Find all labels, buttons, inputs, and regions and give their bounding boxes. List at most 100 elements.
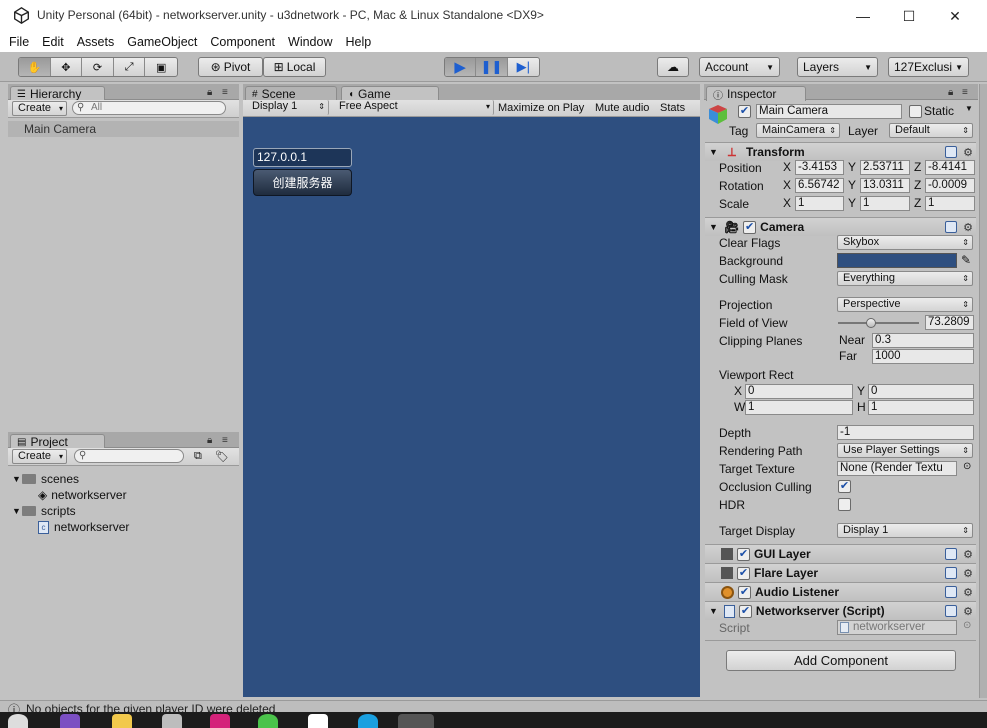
hierarchy-search-input[interactable]: ⚲ All — [72, 101, 226, 115]
rotation-y-input[interactable]: 13.0311 — [860, 178, 910, 193]
project-search-input[interactable]: ⚲ — [74, 449, 184, 463]
hierarchy-create-dropdown[interactable]: Create ▾ — [12, 101, 67, 116]
create-server-button[interactable]: 创建服务器 — [253, 169, 352, 196]
chat-taskbar-icon[interactable] — [258, 714, 278, 728]
static-checkbox[interactable] — [909, 105, 922, 118]
unity-taskbar-icon[interactable] — [162, 714, 182, 728]
mute-audio-toggle[interactable]: Mute audio — [595, 102, 649, 114]
menu-gameobject[interactable]: GameObject — [127, 35, 197, 49]
help-book-icon[interactable] — [945, 586, 958, 598]
tab-hierarchy[interactable]: ☰ Hierarchy — [10, 86, 105, 101]
audio-listener-enabled-checkbox[interactable]: ✔ — [738, 585, 751, 599]
lock-icon[interactable]: 🔒︎ — [948, 87, 953, 98]
gear-icon[interactable]: ⚙ — [963, 146, 973, 159]
rotation-x-input[interactable]: 6.56742 — [795, 178, 844, 193]
background-color-swatch[interactable] — [837, 253, 957, 268]
far-input[interactable]: 1000 — [872, 349, 974, 364]
camera-enabled-checkbox[interactable]: ✔ — [743, 220, 757, 234]
layer-dropdown[interactable]: Default ⇕ — [889, 123, 973, 138]
browser-taskbar-icon[interactable] — [358, 714, 378, 728]
rect-tool-button[interactable]: ▣ — [145, 58, 177, 76]
pause-button[interactable]: ❚❚ — [476, 58, 508, 76]
near-input[interactable]: 0.3 — [872, 333, 974, 348]
scale-y-input[interactable]: 1 — [860, 196, 910, 211]
tag-dropdown[interactable]: MainCamera ⇕ — [756, 123, 840, 138]
move-tool-button[interactable]: ✥ — [51, 58, 83, 76]
project-create-dropdown[interactable]: Create ▾ — [12, 449, 67, 464]
local-toggle[interactable]: ⊞ Local — [263, 57, 326, 77]
gear-icon[interactable]: ⚙ — [963, 605, 973, 618]
project-folder-scripts[interactable]: ▼ scripts — [8, 503, 239, 519]
menu-help[interactable]: Help — [345, 35, 371, 49]
aspect-dropdown[interactable]: Free Aspect ▾ — [334, 100, 494, 115]
hand-tool-button[interactable]: ✋ — [19, 58, 51, 76]
fov-input[interactable]: 73.2809 — [925, 315, 974, 330]
rotate-tool-button[interactable]: ⟳ — [82, 58, 114, 76]
tab-project[interactable]: ▤ Project — [10, 434, 105, 449]
scale-tool-button[interactable]: ⤢ — [114, 58, 146, 76]
menu-component[interactable]: Component — [210, 35, 275, 49]
clear-flags-dropdown[interactable]: Skybox ⇕ — [837, 235, 973, 250]
help-book-icon[interactable] — [945, 146, 958, 158]
lock-icon[interactable]: 🔒︎ — [207, 435, 212, 446]
panel-menu-icon[interactable]: ≡ — [222, 87, 228, 98]
cat-taskbar-icon[interactable] — [308, 714, 328, 728]
fov-slider-track[interactable] — [838, 322, 919, 324]
play-button[interactable]: ▶ — [445, 58, 477, 76]
target-texture-field[interactable]: None (Render Textu — [837, 461, 957, 476]
display-dropdown[interactable]: Display 1 ⇕ — [247, 100, 329, 115]
viewport-x-input[interactable]: 0 — [745, 384, 853, 399]
audio-listener-component-header[interactable]: ✔ Audio Listener ⚙ — [705, 582, 976, 601]
depth-input[interactable]: -1 — [837, 425, 974, 440]
object-picker-icon[interactable]: ⊙ — [963, 461, 971, 472]
project-asset-networkserver-scene[interactable]: ◈ networkserver — [8, 487, 239, 503]
projection-dropdown[interactable]: Perspective ⇕ — [837, 297, 973, 312]
scale-z-input[interactable]: 1 — [925, 196, 975, 211]
help-book-icon[interactable] — [945, 221, 958, 233]
filter-type-icon[interactable]: ⧉ — [194, 450, 202, 463]
app-taskbar-icon[interactable] — [210, 714, 230, 728]
position-z-input[interactable]: -8.4141 — [925, 160, 975, 175]
gameobject-active-checkbox[interactable]: ✔ — [738, 105, 751, 118]
maximize-on-play-toggle[interactable]: Maximize on Play — [498, 102, 584, 114]
menu-edit[interactable]: Edit — [42, 35, 64, 49]
menu-assets[interactable]: Assets — [77, 35, 115, 49]
gear-icon[interactable]: ⚙ — [963, 567, 973, 580]
script-enabled-checkbox[interactable]: ✔ — [738, 604, 752, 618]
minimize-button[interactable]: — — [840, 0, 886, 32]
target-display-dropdown[interactable]: Display 1 ⇕ — [837, 523, 973, 538]
rotation-z-input[interactable]: -0.0009 — [925, 178, 975, 193]
close-button[interactable]: ✕ — [932, 0, 978, 32]
project-folder-scenes[interactable]: ▼ scenes — [8, 471, 239, 487]
ip-address-input[interactable]: 127.0.0.1 — [253, 148, 352, 167]
gear-icon[interactable]: ⚙ — [963, 586, 973, 599]
viewport-y-input[interactable]: 0 — [868, 384, 974, 399]
viewport-h-input[interactable]: 1 — [868, 400, 974, 415]
unity-active-taskbar-icon[interactable] — [398, 714, 434, 728]
tab-inspector[interactable]: ⓘ Inspector — [706, 86, 806, 102]
position-x-input[interactable]: -3.4153 — [795, 160, 844, 175]
tab-scene[interactable]: # Scene — [245, 86, 337, 101]
occlusion-culling-checkbox[interactable]: ✔ — [838, 480, 851, 493]
gameobject-name-input[interactable]: Main Camera — [756, 104, 902, 119]
menu-file[interactable]: File — [9, 35, 29, 49]
gui-layer-enabled-checkbox[interactable]: ✔ — [737, 547, 750, 561]
visual-studio-taskbar-icon[interactable] — [60, 714, 80, 728]
flare-layer-component-header[interactable]: ✔ Flare Layer ⚙ — [705, 563, 976, 582]
help-book-icon[interactable] — [945, 548, 958, 560]
networkserver-script-component-header[interactable]: ▼ ✔ Networkserver (Script) ⚙ — [705, 601, 976, 620]
flare-layer-enabled-checkbox[interactable]: ✔ — [737, 566, 750, 580]
lock-icon[interactable]: 🔒︎ — [207, 87, 212, 98]
gui-layer-component-header[interactable]: ✔ GUI Layer ⚙ — [705, 544, 976, 563]
maximize-button[interactable]: ☐ — [886, 0, 932, 32]
gear-icon[interactable]: ⚙ — [963, 548, 973, 561]
gear-icon[interactable]: ⚙ — [963, 221, 973, 234]
tab-game[interactable]: ◖ Game — [341, 86, 439, 101]
account-dropdown[interactable]: Account ▼ — [699, 57, 780, 77]
transform-component-header[interactable]: ▼ ⟂ Transform ⚙ — [705, 142, 976, 161]
rendering-path-dropdown[interactable]: Use Player Settings ⇕ — [837, 443, 973, 458]
game-view-canvas[interactable]: 127.0.0.1 创建服务器 — [243, 117, 700, 697]
scale-x-input[interactable]: 1 — [795, 196, 844, 211]
hdr-checkbox[interactable] — [838, 498, 851, 511]
position-y-input[interactable]: 2.53711 — [860, 160, 910, 175]
